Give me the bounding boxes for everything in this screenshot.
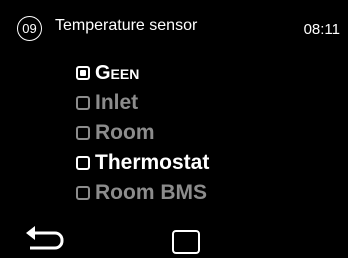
option-label: Room BMS [95,181,207,204]
option-inlet: Inlet [76,88,336,118]
option-room: Room [76,118,336,148]
option-label: Room [95,121,155,144]
checkbox-empty-icon [76,156,90,170]
option-room-bms: Room BMS [76,178,336,208]
back-arrow-icon[interactable] [25,225,69,251]
screen-title: Temperature sensor [55,17,198,34]
square-home-icon[interactable] [172,230,200,254]
sensor-options-list: Geen Inlet Room Thermostat Room BMS [76,58,336,208]
option-thermostat[interactable]: Thermostat [76,148,336,178]
option-label: Inlet [95,91,139,114]
clock: 08:11 [303,21,340,38]
header-bar: 09 Temperature sensor 08:11 [0,0,348,54]
checkbox-empty-icon [76,126,90,140]
screen-number-badge: 09 [17,16,42,41]
checkbox-checked-icon [76,66,90,80]
screen-number: 09 [22,21,37,36]
option-label: Geen [95,61,140,84]
checkbox-empty-icon [76,186,90,200]
checkbox-empty-icon [76,96,90,110]
option-geen[interactable]: Geen [76,58,336,88]
option-label: Thermostat [95,151,210,174]
